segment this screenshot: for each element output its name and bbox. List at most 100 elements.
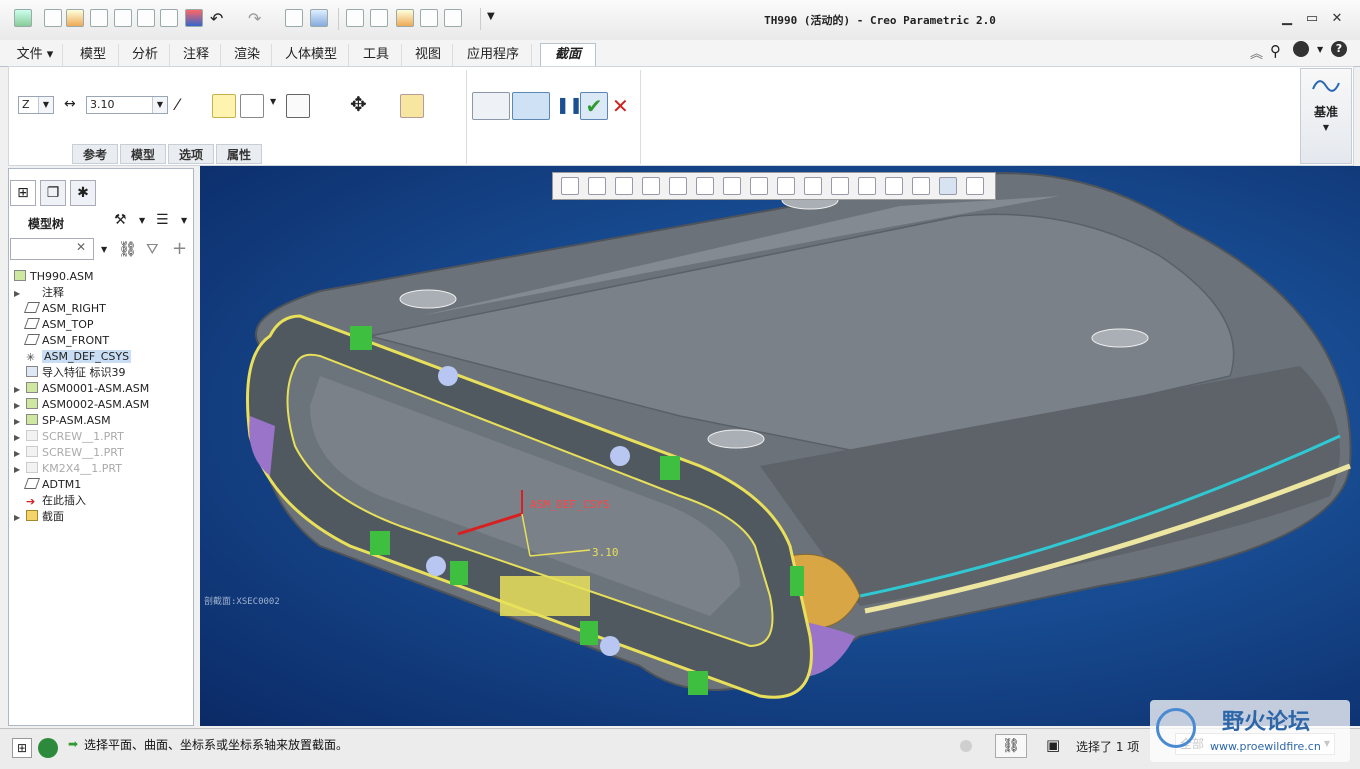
tree-settings-icon[interactable]: ⚒: [114, 212, 127, 228]
offset-value-input[interactable]: 3.10 ▼: [86, 96, 168, 114]
display-style-icon[interactable]: [669, 177, 687, 195]
tree-item[interactable]: ASM_FRONT: [14, 333, 109, 349]
save-icon[interactable]: [137, 9, 155, 27]
expand-arrow-icon[interactable]: ▶: [14, 510, 26, 526]
refit-icon[interactable]: [561, 177, 579, 195]
tab-model[interactable]: 模型: [68, 44, 119, 66]
tree-item[interactable]: ▶ SCREW__1.PRT: [14, 445, 124, 461]
tree-root[interactable]: TH990.ASM: [14, 269, 93, 285]
new-file-icon[interactable]: [44, 9, 62, 27]
expand-arrow-icon[interactable]: ▶: [14, 430, 26, 446]
folder-browser-tab-icon[interactable]: ❐: [40, 180, 66, 206]
text-icon[interactable]: [370, 9, 388, 27]
tab-applications[interactable]: 应用程序: [455, 44, 532, 66]
repaint-icon[interactable]: [642, 177, 660, 195]
tree-item[interactable]: ASM_RIGHT: [14, 301, 106, 317]
windows-icon[interactable]: [310, 9, 328, 27]
subtab-references[interactable]: 参考: [72, 144, 118, 164]
tree-item[interactable]: ▶ SP-ASM.ASM: [14, 413, 111, 429]
tab-section[interactable]: 截面: [540, 43, 596, 68]
direction-select[interactable]: Z ▼: [18, 96, 54, 114]
display-cap-icon[interactable]: [212, 94, 236, 118]
tangent-display-icon[interactable]: [966, 177, 984, 195]
flip-direction-icon[interactable]: ⁄: [176, 95, 179, 114]
expand-arrow-icon[interactable]: ▶: [14, 398, 26, 414]
tab-annotate[interactable]: 注释: [172, 44, 221, 66]
community-icon[interactable]: [1293, 41, 1309, 57]
zoom-out-icon[interactable]: [615, 177, 633, 195]
hatch-color-dropdown-icon[interactable]: ▼: [270, 97, 276, 106]
section-view-icon[interactable]: [400, 94, 424, 118]
tab-file[interactable]: 文件 ▾: [8, 44, 63, 66]
tree-item[interactable]: ➔ 在此插入: [14, 493, 86, 509]
tab-tools[interactable]: 工具: [351, 44, 402, 66]
window-switch-icon[interactable]: [444, 9, 462, 27]
point-display-icon[interactable]: [885, 177, 903, 195]
tree-item[interactable]: ADTM1: [14, 477, 81, 493]
app-logo-icon[interactable]: [14, 9, 32, 27]
axis-display-icon[interactable]: [858, 177, 876, 195]
show-section-3d-icon[interactable]: [286, 94, 310, 118]
redo-icon[interactable]: ↷: [248, 9, 261, 28]
copy-icon[interactable]: [114, 9, 132, 27]
checkbox-icon[interactable]: [420, 9, 438, 27]
tree-item[interactable]: ▶ SCREW__1.PRT: [14, 429, 124, 445]
tree-item[interactable]: 导入特征 标识39: [14, 365, 126, 381]
tree-item[interactable]: ▶ 注释: [14, 285, 64, 301]
selected-items-icon[interactable]: ▣: [1046, 736, 1060, 754]
tab-analysis[interactable]: 分析: [121, 44, 170, 66]
pause-icon[interactable]: ❚❚: [556, 95, 583, 114]
tab-view[interactable]: 视图: [404, 44, 453, 66]
close-icon[interactable]: ✕: [1326, 10, 1348, 28]
tab-manikin[interactable]: 人体模型: [274, 44, 349, 66]
help-icon[interactable]: ?: [1331, 41, 1347, 57]
regenerate-icon[interactable]: [285, 9, 303, 27]
find-status-icon[interactable]: ⛓: [995, 734, 1027, 758]
graphics-viewport[interactable]: ASM_DEF_CSYS 3.10 剖截面:XSEC0002: [200, 166, 1360, 726]
clear-search-icon[interactable]: ✕: [76, 240, 86, 254]
appearance-icon[interactable]: [185, 9, 203, 27]
cancel-icon[interactable]: ✕: [612, 94, 629, 118]
find-icon[interactable]: ⛓: [118, 240, 137, 258]
subtab-properties[interactable]: 属性: [216, 144, 262, 164]
spin-center-icon[interactable]: [777, 177, 795, 195]
expand-arrow-icon[interactable]: ▶: [14, 446, 26, 462]
csys-display-icon[interactable]: [912, 177, 930, 195]
plane-display-icon[interactable]: [831, 177, 849, 195]
subtab-options[interactable]: 选项: [168, 144, 214, 164]
tree-item[interactable]: ▶ 截面: [14, 509, 64, 525]
perspective-icon[interactable]: [750, 177, 768, 195]
show-options-dropdown-icon[interactable]: ▼: [181, 216, 187, 225]
preview-with-clipping-icon[interactable]: [512, 92, 550, 120]
add-icon[interactable]: +: [172, 238, 187, 259]
annotation-display-icon[interactable]: [804, 177, 822, 195]
tree-item[interactable]: ASM_TOP: [14, 317, 94, 333]
datum-group-button[interactable]: 基准 ▼: [1300, 68, 1352, 164]
saved-orientations-icon[interactable]: [696, 177, 714, 195]
show-options-icon[interactable]: ☰: [156, 212, 169, 228]
folder-icon[interactable]: [396, 9, 414, 27]
filter-icon[interactable]: ⛛: [146, 240, 159, 258]
minimize-icon[interactable]: ▁: [1276, 10, 1298, 28]
favorites-tab-icon[interactable]: ✱: [70, 180, 96, 206]
maximize-icon[interactable]: ▭: [1301, 10, 1323, 28]
zoom-in-icon[interactable]: [588, 177, 606, 195]
drag-handle-icon[interactable]: ✥: [350, 92, 367, 116]
undo-icon[interactable]: ↶: [210, 9, 223, 28]
browser-toggle-icon[interactable]: [38, 738, 58, 758]
tree-settings-dropdown-icon[interactable]: ▼: [139, 216, 145, 225]
expand-arrow-icon[interactable]: ▶: [14, 462, 26, 478]
toggle-navigator-icon[interactable]: ⊞: [12, 738, 32, 758]
dimension-label[interactable]: 3.10: [592, 546, 619, 559]
search-icon[interactable]: ⚲: [1270, 42, 1281, 60]
annotation-icon[interactable]: [346, 9, 364, 27]
tree-item[interactable]: ✳ ASM_DEF_CSYS: [14, 349, 132, 365]
minimize-ribbon-icon[interactable]: ︽: [1250, 43, 1263, 62]
view-manager-icon[interactable]: [723, 177, 741, 195]
preview-without-clipping-icon[interactable]: [472, 92, 510, 120]
tree-item[interactable]: ▶ KM2X4__1.PRT: [14, 461, 122, 477]
open-recent-icon[interactable]: [90, 9, 108, 27]
subtab-model[interactable]: 模型: [120, 144, 166, 164]
confirm-icon[interactable]: ✔: [580, 92, 608, 120]
tab-render[interactable]: 渲染: [223, 44, 272, 66]
